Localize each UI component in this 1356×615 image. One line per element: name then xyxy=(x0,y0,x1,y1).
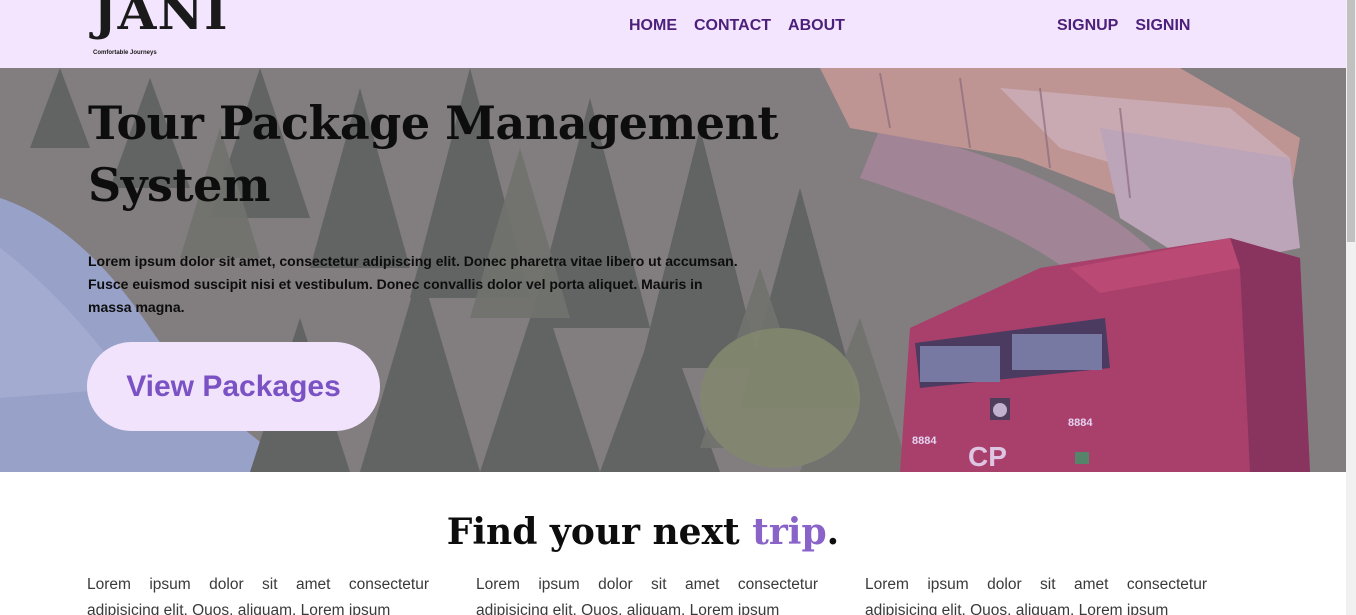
auth-nav: SIGNUP SIGNIN xyxy=(1057,16,1190,36)
section-title-text: Find your next xyxy=(446,511,753,553)
brand-name: JANI xyxy=(93,0,229,41)
section-title-accent: trip xyxy=(752,511,827,553)
navbar: JANI Comfortable Journeys HOME CONTACT A… xyxy=(0,0,1346,68)
view-packages-button[interactable]: View Packages xyxy=(87,342,380,431)
page-scrollbar[interactable] xyxy=(1346,0,1356,615)
main-nav: HOME CONTACT ABOUT xyxy=(629,16,845,36)
hero-title: Tour Package Management System xyxy=(88,96,779,212)
section-title-period: . xyxy=(826,511,840,553)
feature-column-3: Lorem ipsum dolor sit amet consectetur a… xyxy=(865,576,1207,615)
feature-column-2: Lorem ipsum dolor sit amet consectetur a… xyxy=(476,576,818,615)
signin-link[interactable]: SIGNIN xyxy=(1135,16,1190,36)
section-title: Find your next trip. xyxy=(0,508,1286,556)
brand-tagline: Comfortable Journeys xyxy=(93,50,157,56)
nav-about-link[interactable]: ABOUT xyxy=(788,16,845,36)
nav-home-link[interactable]: HOME xyxy=(629,16,677,36)
nav-contact-link[interactable]: CONTACT xyxy=(694,16,771,36)
hero-banner: 8884 8884 CP Tour Package Management Sys… xyxy=(0,68,1346,472)
brand-logo[interactable]: JANI Comfortable Journeys xyxy=(93,0,229,56)
feature-column-1: Lorem ipsum dolor sit amet consectetur a… xyxy=(87,576,429,615)
signup-link[interactable]: SIGNUP xyxy=(1057,16,1118,36)
hero-description: Lorem ipsum dolor sit amet, consectetur … xyxy=(88,253,738,315)
scrollbar-thumb[interactable] xyxy=(1347,0,1355,242)
